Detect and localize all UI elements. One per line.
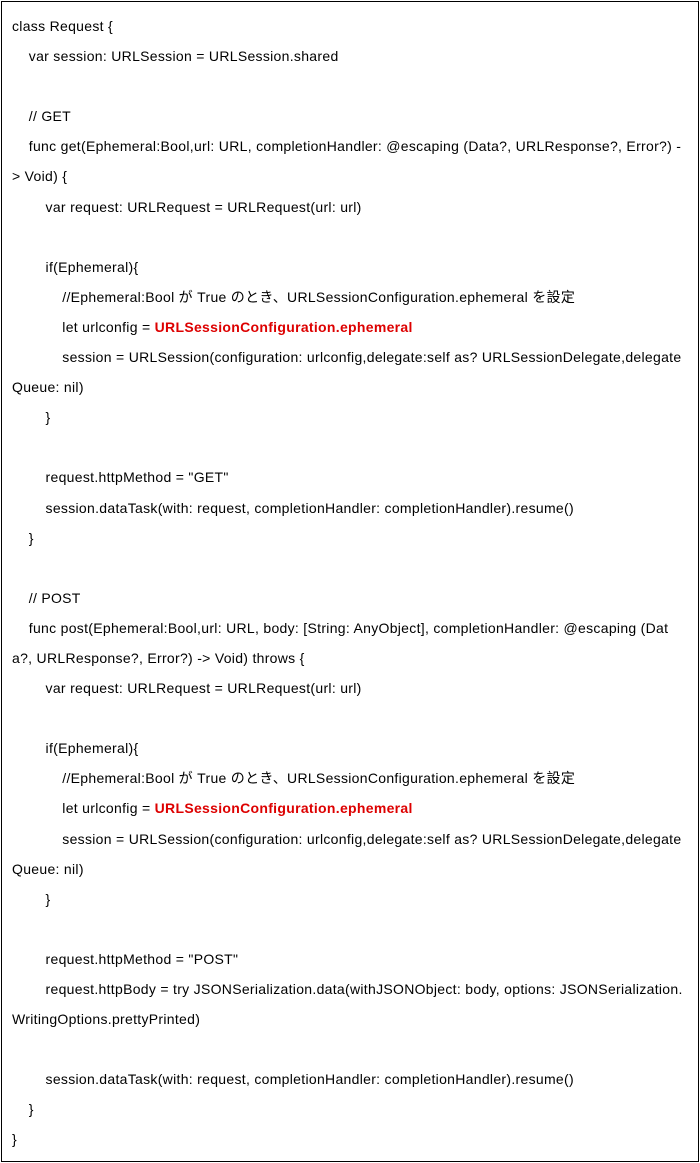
code-line: func get(Ephemeral:Bool,url: URL, comple… [12,131,688,191]
code-line [12,71,688,101]
code-line: var request: URLRequest = URLRequest(url… [12,673,688,703]
code-line [12,432,688,462]
code-line [12,222,688,252]
code-line: var session: URLSession = URLSession.sha… [12,41,688,71]
code-line: request.httpBody = try JSONSerialization… [12,974,688,1034]
code-line [12,703,688,733]
code-line: var request: URLRequest = URLRequest(url… [12,192,688,222]
code-line: func post(Ephemeral:Bool,url: URL, body:… [12,613,688,673]
code-line [12,1034,688,1064]
code-line: class Request { [12,11,688,41]
code-line: // GET [12,101,688,131]
code-line [12,914,688,944]
code-line: request.httpMethod = "POST" [12,944,688,974]
code-line: request.httpMethod = "GET" [12,462,688,492]
code-text: let urlconfig = [12,319,155,335]
code-text: let urlconfig = [12,800,155,816]
code-line: session = URLSession(configuration: urlc… [12,342,688,402]
code-line: if(Ephemeral){ [12,733,688,763]
code-line: session.dataTask(with: request, completi… [12,493,688,523]
code-highlight: URLSessionConfiguration.ephemeral [155,800,413,816]
code-line: let urlconfig = URLSessionConfiguration.… [12,312,688,342]
code-block: class Request { var session: URLSession … [1,1,699,1162]
code-highlight: URLSessionConfiguration.ephemeral [155,319,413,335]
code-line [12,553,688,583]
code-line: if(Ephemeral){ [12,252,688,282]
code-line: // POST [12,583,688,613]
code-line: //Ephemeral:Bool が True のとき、URLSessionCo… [12,763,688,793]
code-line: } [12,523,688,553]
code-line: session.dataTask(with: request, completi… [12,1064,688,1094]
code-line: //Ephemeral:Bool が True のとき、URLSessionCo… [12,282,688,312]
code-line: } [12,884,688,914]
code-line: let urlconfig = URLSessionConfiguration.… [12,793,688,823]
code-line: } [12,1124,688,1154]
code-line: } [12,402,688,432]
code-line: session = URLSession(configuration: urlc… [12,824,688,884]
